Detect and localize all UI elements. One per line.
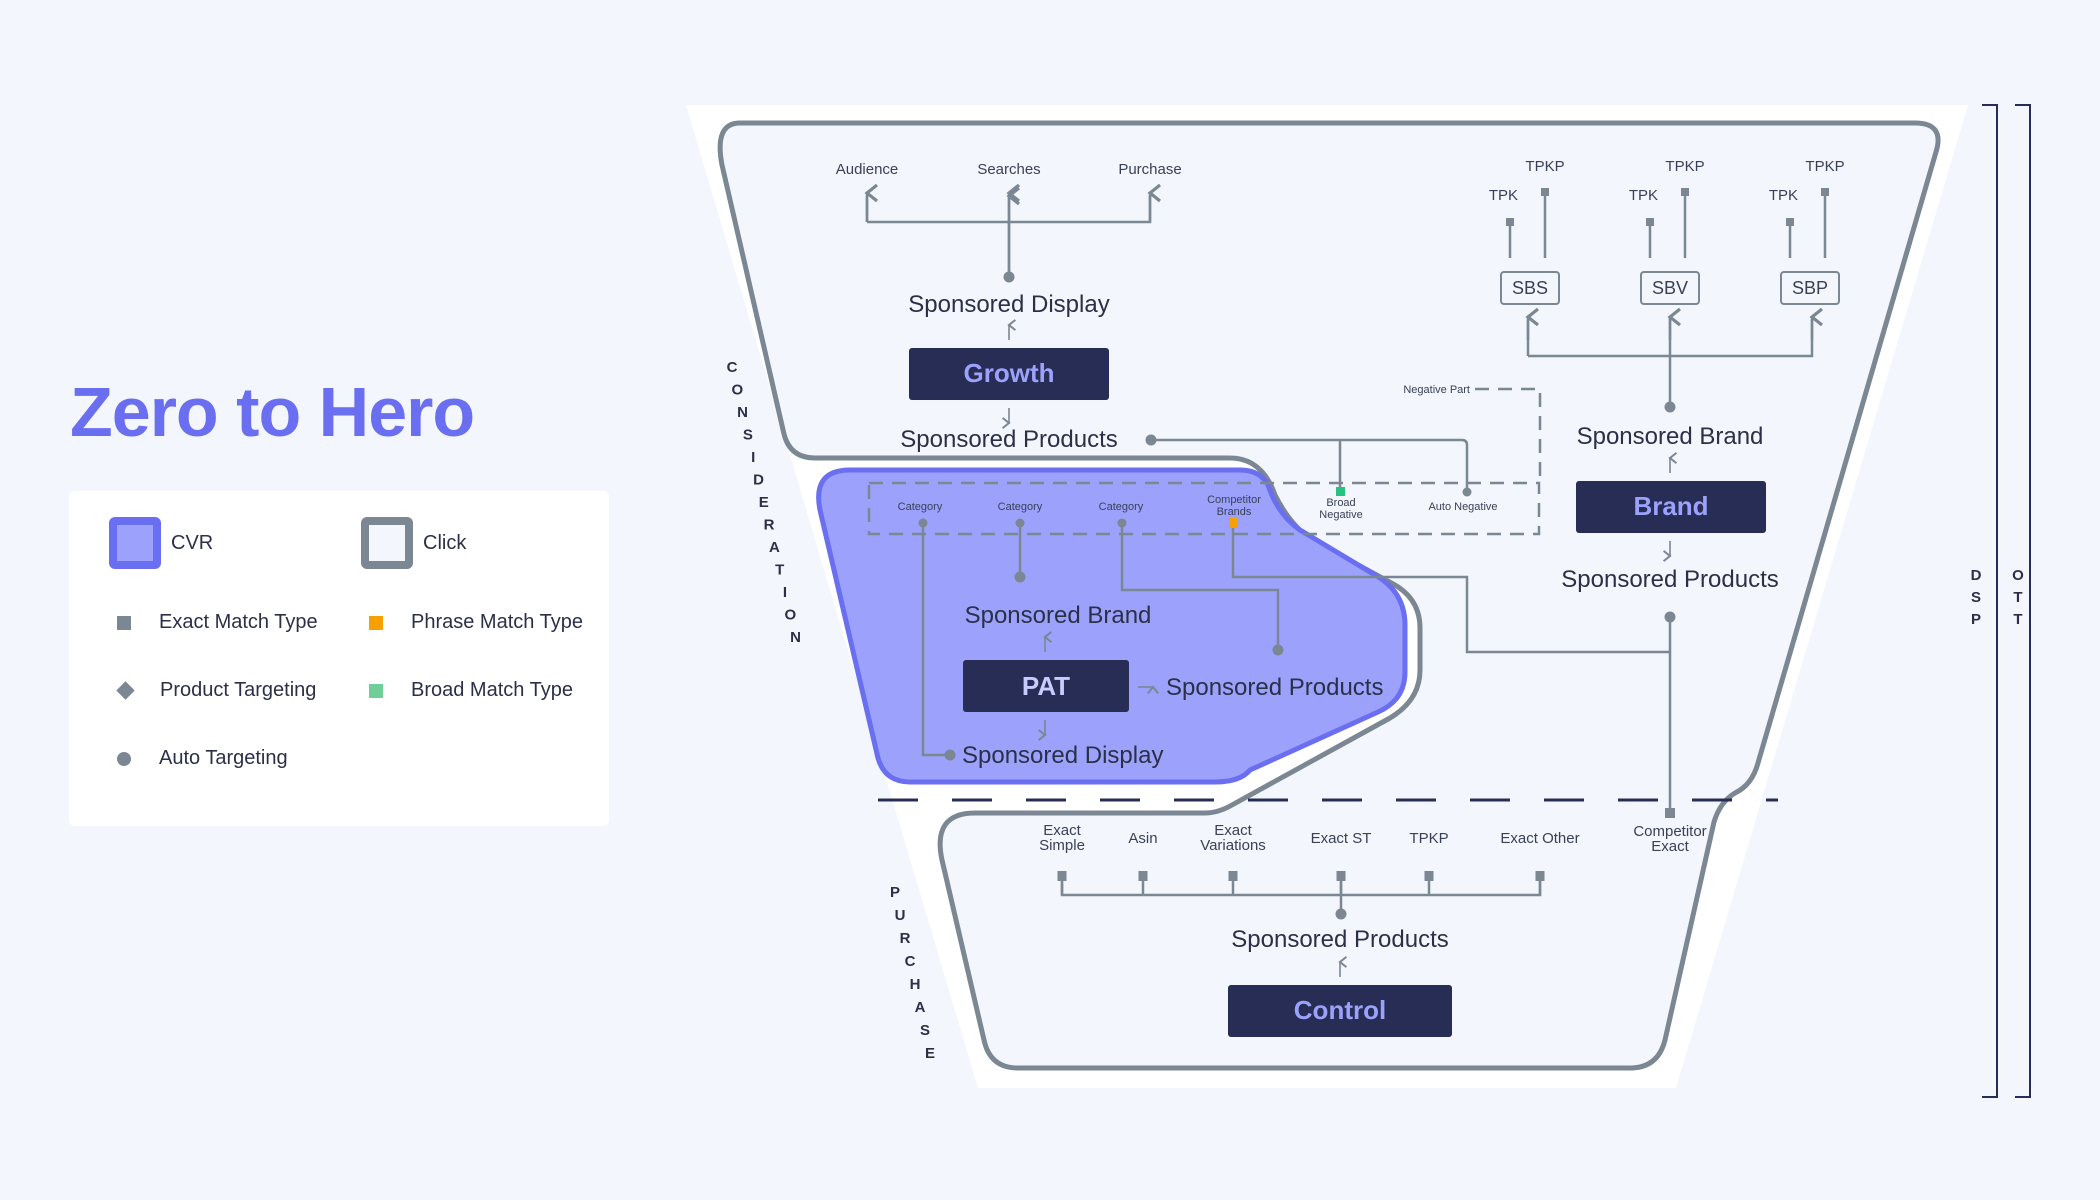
control-target: Exact Other [1500, 830, 1579, 847]
node-dot-icon [1014, 571, 1026, 583]
tpk-label: TPK [1489, 187, 1518, 204]
consideration-letter: R [764, 517, 775, 534]
funnel-diagram: Negative Part CONSIDERATION PURCHASE DSP… [686, 104, 2031, 1098]
neg-category-2: Category [998, 501, 1043, 513]
broad-square-icon [1336, 487, 1345, 496]
pat-sponsored-display: Sponsored Display [962, 742, 1163, 769]
consideration-letter: N [737, 404, 748, 421]
purchase-letter: A [915, 999, 926, 1016]
format-label: SBP [1792, 278, 1828, 298]
node-dot-icon [1272, 644, 1284, 656]
exact-square-icon [1424, 871, 1434, 881]
tpkp-label: TPKP [1805, 158, 1844, 175]
consideration-letter: E [759, 494, 769, 511]
exact-square-icon [1506, 218, 1514, 226]
tpkp-label: TPKP [1665, 158, 1704, 175]
neg-category-1: Category [898, 501, 943, 513]
consideration-letter: S [743, 427, 753, 444]
growth-label: Growth [964, 358, 1055, 388]
control-target: Exact Simple [1039, 822, 1085, 854]
target-audience: Audience [836, 161, 899, 178]
brand-node-icon [1664, 401, 1676, 413]
tpk-label: TPK [1629, 187, 1658, 204]
pat-sponsored-products: Sponsored Products [1166, 674, 1383, 701]
exact-square-icon [1786, 218, 1794, 226]
neg-category-3: Category [1099, 501, 1144, 513]
format-label: SBV [1652, 278, 1688, 298]
brand-sponsored-products: Sponsored Products [1561, 566, 1778, 593]
exact-square-icon [1821, 188, 1829, 196]
control-label: Control [1294, 995, 1386, 1025]
negative-part-label: Negative Part [1403, 384, 1470, 396]
control-target: Asin [1128, 830, 1157, 847]
purchase-letter: H [910, 976, 921, 993]
consideration-letter: N [790, 629, 801, 646]
ott-label: OTT [2012, 567, 2024, 628]
control-sponsored-products: Sponsored Products [1231, 926, 1448, 953]
auto-dot-icon [1462, 487, 1472, 497]
neg-auto-negative: Auto Negative [1428, 501, 1497, 513]
purchase-letter: E [925, 1045, 935, 1062]
exact-square-icon [1541, 188, 1549, 196]
growth-sponsored-display: Sponsored Display [908, 291, 1109, 318]
consideration-letter: D [753, 472, 764, 489]
dsp-letter: D [1971, 567, 1982, 584]
growth-sponsored-products: Sponsored Products [900, 426, 1117, 453]
control-node-icon [1335, 908, 1347, 920]
consideration-letter: I [751, 449, 755, 466]
dsp-letter: P [1971, 611, 1981, 628]
display-node-icon [1003, 271, 1015, 283]
pat-label: PAT [1022, 671, 1070, 701]
consideration-letter: A [769, 539, 780, 556]
purchase-letter: S [920, 1022, 930, 1039]
exact-square-icon [1138, 871, 1148, 881]
pat-sponsored-brand: Sponsored Brand [965, 602, 1152, 629]
target-searches: Searches [977, 161, 1040, 178]
control-target: Exact ST [1311, 830, 1372, 847]
dsp-letter: S [1971, 589, 1981, 606]
format-label: SBS [1512, 278, 1548, 298]
purchase-letter: U [895, 907, 906, 924]
tpkp-label: TPKP [1525, 158, 1564, 175]
ott-letter: O [2012, 567, 2024, 584]
target-purchase: Purchase [1118, 161, 1181, 178]
brand-label: Brand [1633, 491, 1708, 521]
exact-square-icon [1665, 808, 1675, 818]
exact-square-icon [1681, 188, 1689, 196]
consideration-letter: T [775, 562, 784, 579]
consideration-letter: C [727, 359, 738, 376]
exact-square-icon [1228, 871, 1238, 881]
tpk-label: TPK [1769, 187, 1798, 204]
consideration-letter: O [784, 607, 796, 624]
node-dot-icon [944, 749, 956, 761]
purchase-letter: C [905, 953, 916, 970]
dsp-label: DSP [1971, 567, 1982, 628]
consideration-letter: I [783, 584, 787, 601]
phrase-square-icon [1229, 518, 1238, 528]
brand-sponsored-brand: Sponsored Brand [1577, 423, 1764, 450]
consideration-letter: O [731, 382, 743, 399]
dsp-bracket [1982, 104, 1998, 1098]
exact-square-icon [1646, 218, 1654, 226]
ott-letter: T [2013, 611, 2022, 628]
control-target: TPKP [1409, 830, 1448, 847]
purchase-letter: P [890, 884, 900, 901]
ott-letter: T [2013, 589, 2022, 606]
purchase-letter: R [900, 930, 911, 947]
